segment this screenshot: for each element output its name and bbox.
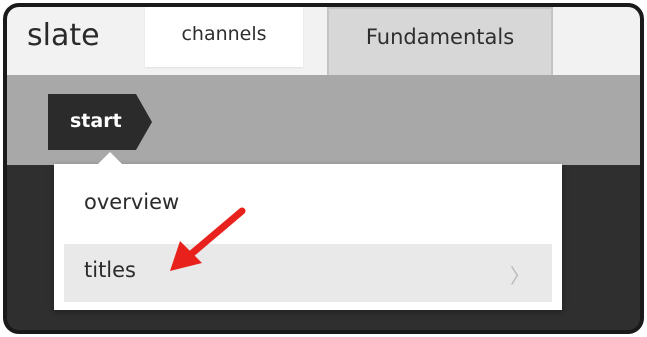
- dropdown-caret: [97, 152, 123, 165]
- arrow-shaft: [186, 207, 246, 259]
- app-logo-title[interactable]: slate: [27, 21, 100, 51]
- menu-item-titles[interactable]: titles 〉: [64, 244, 552, 302]
- menu-item-label: titles: [84, 258, 136, 282]
- chevron-right-icon: 〉: [510, 264, 530, 288]
- tab-fundamentals[interactable]: Fundamentals: [327, 7, 553, 75]
- app-window: slate channels Fundamentals start overvi…: [3, 3, 644, 334]
- dropdown-menu: overview titles 〉: [54, 152, 562, 310]
- breadcrumb-start-button[interactable]: start: [48, 94, 152, 150]
- menu-item-overview[interactable]: overview: [64, 178, 552, 232]
- top-navigation-bar: slate channels Fundamentals: [7, 7, 640, 75]
- red-arrow-icon: [170, 207, 246, 271]
- tab-channels[interactable]: channels: [145, 7, 303, 67]
